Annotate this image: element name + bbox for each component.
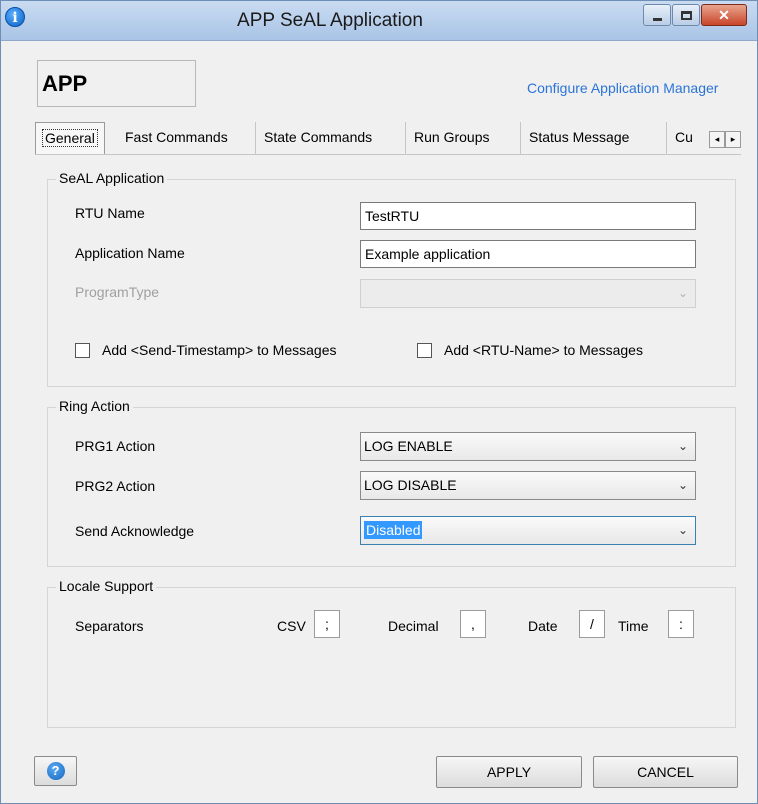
send-timestamp-checkbox[interactable]: Add <Send-Timestamp> to Messages: [75, 342, 337, 358]
tab-label: State Commands: [264, 129, 373, 145]
tab-label: Fast Commands: [125, 129, 228, 145]
time-separator-input[interactable]: :: [668, 610, 694, 638]
prg1-action-dropdown[interactable]: LOG ENABLE ⌄: [360, 432, 696, 461]
tab-label: Cu: [675, 129, 693, 145]
rtu-name-label: RTU Name: [75, 205, 145, 221]
tab-status-message[interactable]: Status Message: [520, 122, 637, 154]
help-button[interactable]: ?: [34, 756, 77, 786]
send-timestamp-label: Add <Send-Timestamp> to Messages: [102, 342, 337, 358]
rtu-name-input[interactable]: TestRTU: [360, 202, 696, 230]
group-title: Locale Support: [56, 578, 157, 594]
app-code-field: APP: [37, 60, 196, 107]
csv-label: CSV: [277, 618, 306, 634]
csv-separator-input[interactable]: ;: [314, 610, 340, 638]
chevron-down-icon: ⌄: [677, 439, 689, 453]
title-bar[interactable]: i APP SeAL Application ✕: [1, 1, 757, 41]
rtu-name-messages-label: Add <RTU-Name> to Messages: [444, 342, 643, 358]
group-title: Ring Action: [56, 398, 133, 414]
send-acknowledge-dropdown[interactable]: Disabled ⌄: [360, 516, 696, 545]
close-icon: ✕: [718, 6, 730, 23]
tab-label: Status Message: [529, 129, 630, 145]
window-controls: ✕: [642, 4, 747, 28]
tab-scroll-right-button[interactable]: ▸: [725, 131, 741, 148]
chevron-down-icon: ⌄: [677, 478, 689, 492]
prg1-action-label: PRG1 Action: [75, 438, 156, 454]
program-type-label: ProgramType: [75, 284, 160, 300]
decimal-separator-input[interactable]: ,: [460, 610, 486, 638]
rtu-name-messages-checkbox[interactable]: Add <RTU-Name> to Messages: [417, 342, 643, 358]
program-type-dropdown: ⌄: [360, 279, 696, 308]
tab-scroll-buttons: ◂ ▸: [709, 131, 741, 148]
checkbox-box: [75, 342, 90, 358]
tab-run-groups[interactable]: Run Groups: [405, 122, 497, 154]
minimize-button[interactable]: [643, 4, 671, 26]
cancel-button[interactable]: CANCEL: [593, 756, 738, 788]
apply-button[interactable]: APPLY: [436, 756, 582, 788]
prg2-action-label: PRG2 Action: [75, 478, 156, 494]
group-title: SeAL Application: [56, 170, 168, 186]
separators-label: Separators: [75, 618, 144, 634]
window-title: APP SeAL Application: [237, 10, 423, 31]
maximize-button[interactable]: [672, 4, 700, 26]
date-separator-input[interactable]: /: [579, 610, 605, 638]
send-acknowledge-value: Disabled: [364, 521, 423, 539]
help-icon: ?: [46, 762, 65, 780]
tab-scroll-left-button[interactable]: ◂: [709, 131, 725, 148]
prg2-action-dropdown[interactable]: LOG DISABLE ⌄: [360, 471, 696, 500]
minimize-icon: [652, 17, 662, 21]
decimal-label: Decimal: [388, 618, 439, 634]
prg2-action-value: LOG DISABLE: [364, 477, 457, 493]
tab-label: Run Groups: [414, 129, 490, 145]
locale-support-group: Locale Support: [47, 578, 736, 728]
tab-fast-commands[interactable]: Fast Commands: [117, 122, 236, 154]
tab-state-commands[interactable]: State Commands: [255, 122, 380, 154]
checkbox-box: [417, 342, 432, 358]
maximize-icon: [680, 10, 692, 20]
application-window: i APP SeAL Application ✕ APP Configure A…: [0, 0, 758, 804]
time-label: Time: [618, 618, 649, 634]
tab-custom-partial[interactable]: Cu: [666, 122, 706, 154]
configure-application-manager-link[interactable]: Configure Application Manager: [527, 80, 718, 96]
chevron-down-icon: ⌄: [677, 523, 689, 537]
date-label: Date: [528, 618, 558, 634]
prg1-action-value: LOG ENABLE: [364, 438, 453, 454]
tab-strip: General Fast Commands State Commands Run…: [35, 122, 741, 155]
tab-general[interactable]: General: [35, 122, 105, 155]
tab-panel-border: [35, 154, 741, 155]
tab-label: General: [42, 129, 98, 147]
send-acknowledge-label: Send Acknowledge: [75, 523, 195, 539]
application-name-input[interactable]: Example application: [360, 240, 696, 268]
application-name-label: Application Name: [75, 245, 185, 261]
chevron-down-icon: ⌄: [677, 286, 689, 300]
close-button[interactable]: ✕: [701, 4, 747, 26]
